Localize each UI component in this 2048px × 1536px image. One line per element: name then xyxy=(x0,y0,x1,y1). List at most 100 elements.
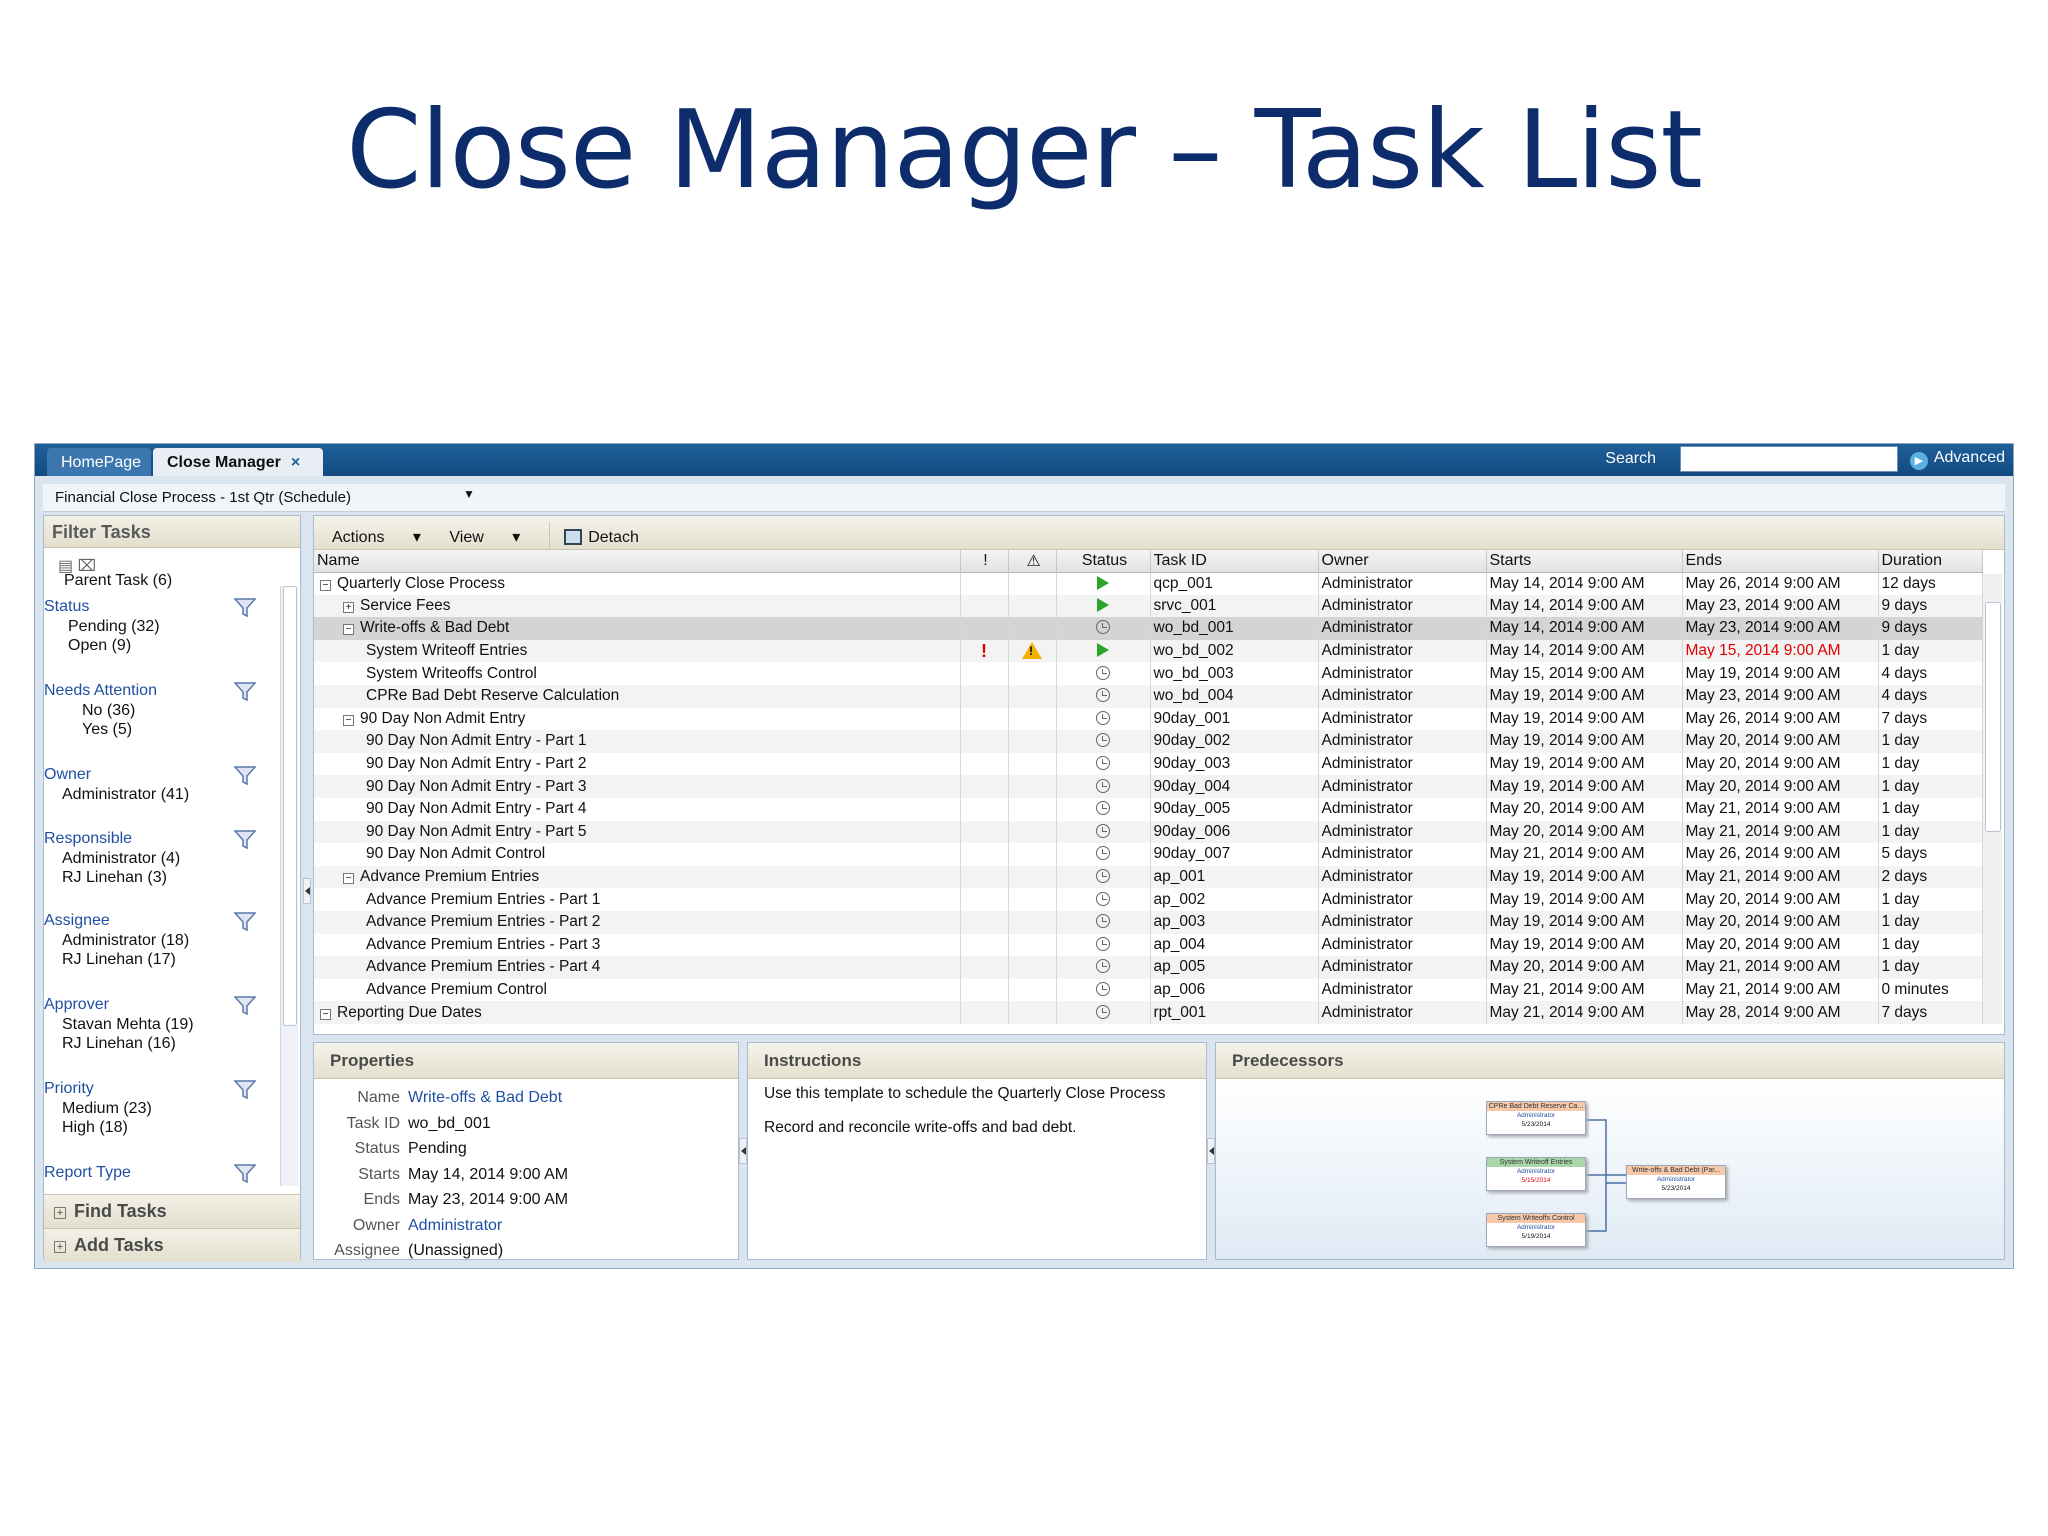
add-tasks-accordion[interactable]: + Add Tasks xyxy=(44,1228,300,1262)
funnel-icon[interactable] xyxy=(233,830,257,855)
table-row[interactable]: CPRe Bad Debt Reserve Calculation wo_bd_0… xyxy=(314,684,1983,708)
task-name-cell[interactable]: + Service Fees xyxy=(314,594,961,618)
table-row[interactable]: − Quarterly Close Process qcp_001 Administr… xyxy=(314,572,1983,595)
table-row[interactable]: 90 Day Non Admit Control 90day_007 Adminis… xyxy=(314,843,1983,866)
collapse-left-handle[interactable] xyxy=(303,878,311,904)
filter-group-heading[interactable]: Needs Attention xyxy=(44,682,157,700)
table-row[interactable]: − Write-offs & Bad Debt wo_bd_001 Administr… xyxy=(314,617,1983,640)
filter-group-heading[interactable]: Status xyxy=(44,598,89,616)
filter-option[interactable]: Yes (5) xyxy=(82,721,132,739)
task-name-cell[interactable]: Advance Premium Control xyxy=(314,978,961,1002)
task-name-cell[interactable]: 90 Day Non Admit Entry - Part 1 xyxy=(314,730,961,753)
collapse-icon[interactable]: − xyxy=(320,579,331,591)
task-name-cell[interactable]: 90 Day Non Admit Control xyxy=(314,843,961,866)
task-name-cell[interactable]: Advance Premium Entries - Part 2 xyxy=(314,910,961,934)
process-selector[interactable]: Financial Close Process - 1st Qtr (Sched… xyxy=(43,484,2005,512)
table-row[interactable]: + Service Fees srvc_001 Administrator May 14… xyxy=(314,594,1983,618)
predecessor-node[interactable]: CPRe Bad Debt Reserve Ca... Administrato… xyxy=(1486,1101,1586,1135)
task-name-cell[interactable]: −90 Day Non Admit Entry xyxy=(314,707,961,731)
close-tab-icon[interactable]: × xyxy=(291,454,300,471)
task-name-cell[interactable]: − Quarterly Close Process xyxy=(314,572,961,595)
column-owner[interactable]: Owner xyxy=(1318,550,1487,573)
filter-scrollbar[interactable] xyxy=(280,586,298,1186)
column-ends[interactable]: Ends xyxy=(1682,550,1879,573)
expand-icon[interactable]: + xyxy=(343,601,354,613)
column-duration[interactable]: Duration xyxy=(1878,550,1983,573)
task-name-cell[interactable]: 90 Day Non Admit Entry - Part 5 xyxy=(314,820,961,844)
funnel-icon[interactable] xyxy=(233,766,257,791)
table-row[interactable]: Advance Premium Entries - Part 4 ap_005 Ad… xyxy=(314,956,1983,979)
current-task-node[interactable]: Write-offs & Bad Debt (Par... Administra… xyxy=(1626,1165,1726,1199)
filter-group-heading[interactable]: Report Type xyxy=(44,1164,131,1182)
filter-option[interactable]: Stavan Mehta (19) xyxy=(62,1016,194,1034)
collapse-icon[interactable]: − xyxy=(343,873,354,885)
funnel-icon[interactable] xyxy=(233,682,257,707)
task-name-cell[interactable]: System Writeoff Entries xyxy=(314,639,961,663)
warning-column-icon[interactable]: ⚠ xyxy=(1008,550,1057,573)
column-status[interactable]: Status xyxy=(1056,550,1151,573)
task-name-cell[interactable]: Advance Premium Entries - Part 3 xyxy=(314,933,961,957)
scroll-thumb[interactable] xyxy=(1985,602,2001,832)
chevron-down-icon[interactable]: ▼ xyxy=(463,487,475,501)
table-row[interactable]: −90 Day Non Admit Entry 90day_001 Administ… xyxy=(314,707,1983,731)
grid-scrollbar[interactable] xyxy=(1982,574,2002,1024)
filter-group-heading[interactable]: Priority xyxy=(44,1080,94,1098)
priority-column-icon[interactable]: ! xyxy=(960,550,1009,573)
funnel-icon[interactable] xyxy=(233,912,257,937)
filter-option[interactable]: RJ Linehan (3) xyxy=(62,869,167,887)
table-row[interactable]: − Advance Premium Entries ap_001 Administra… xyxy=(314,865,1983,889)
filter-group-heading[interactable]: Responsible xyxy=(44,830,132,848)
column-name[interactable]: Name xyxy=(314,550,961,573)
search-input[interactable] xyxy=(1680,446,1898,472)
task-name-cell[interactable]: CPRe Bad Debt Reserve Calculation xyxy=(314,684,961,708)
filter-option[interactable]: High (18) xyxy=(62,1119,128,1137)
table-row[interactable]: Advance Premium Control ap_006 Administrat… xyxy=(314,978,1983,1002)
scroll-thumb[interactable] xyxy=(283,586,297,1026)
table-row[interactable]: Advance Premium Entries - Part 2 ap_003 Ad… xyxy=(314,910,1983,934)
task-name-cell[interactable]: − Write-offs & Bad Debt xyxy=(314,617,961,640)
view-menu[interactable]: View ▾ xyxy=(449,529,520,546)
filter-group-heading[interactable]: Owner xyxy=(44,766,91,784)
tab-close-manager[interactable]: Close Manager × xyxy=(153,448,323,476)
task-name-cell[interactable]: Advance Premium Entries - Part 1 xyxy=(314,888,961,911)
collapse-icon[interactable]: − xyxy=(343,714,354,726)
column-starts[interactable]: Starts xyxy=(1486,550,1683,573)
collapse-handle[interactable] xyxy=(739,1138,747,1164)
task-name-cell[interactable]: System Writeoffs Control xyxy=(314,662,961,685)
table-row[interactable]: 90 Day Non Admit Entry - Part 2 90day_003… xyxy=(314,752,1983,776)
task-name-cell[interactable]: − Reporting Due Dates xyxy=(314,1001,961,1024)
task-name-cell[interactable]: Advance Premium Entries - Part 4 xyxy=(314,956,961,979)
funnel-icon[interactable] xyxy=(233,996,257,1021)
task-name-cell[interactable]: − Advance Premium Entries xyxy=(314,865,961,889)
actions-menu[interactable]: Actions ▾ xyxy=(332,529,421,546)
filter-option[interactable]: Pending (32) xyxy=(68,618,160,636)
table-row[interactable]: 90 Day Non Admit Entry - Part 5 90day_006… xyxy=(314,820,1983,844)
filter-option[interactable]: Medium (23) xyxy=(62,1100,152,1118)
task-name-cell[interactable]: 90 Day Non Admit Entry - Part 2 xyxy=(314,752,961,776)
table-row[interactable]: Advance Premium Entries - Part 3 ap_004 Ad… xyxy=(314,933,1983,957)
funnel-icon[interactable] xyxy=(233,598,257,623)
collapse-handle[interactable] xyxy=(1207,1138,1215,1164)
filter-option[interactable]: Administrator (4) xyxy=(62,850,180,868)
tab-homepage[interactable]: HomePage xyxy=(47,448,151,476)
filter-option[interactable]: RJ Linehan (16) xyxy=(62,1035,176,1053)
property-value[interactable]: Write-offs & Bad Debt xyxy=(408,1089,562,1107)
funnel-icon[interactable] xyxy=(233,1080,257,1105)
table-row[interactable]: − Reporting Due Dates rpt_001 Administrator… xyxy=(314,1001,1983,1024)
filter-option[interactable]: No (36) xyxy=(82,702,135,720)
filter-group-heading[interactable]: Assignee xyxy=(44,912,110,930)
collapse-icon[interactable]: − xyxy=(320,1008,331,1020)
table-row[interactable]: Advance Premium Entries - Part 1 ap_002 Ad… xyxy=(314,888,1983,911)
collapse-icon[interactable]: − xyxy=(343,624,354,636)
table-row[interactable]: System Writeoff Entries! wo_bd_002Adminis… xyxy=(314,639,1983,663)
detach-button[interactable]: Detach xyxy=(564,529,663,546)
filter-group-heading[interactable]: Approver xyxy=(44,996,109,1014)
task-name-cell[interactable]: 90 Day Non Admit Entry - Part 4 xyxy=(314,797,961,821)
predecessor-node[interactable]: System Writeoffs Control Administrator 5… xyxy=(1486,1213,1586,1247)
filter-option[interactable]: RJ Linehan (17) xyxy=(62,951,176,969)
find-tasks-accordion[interactable]: + Find Tasks xyxy=(44,1194,300,1228)
table-row[interactable]: 90 Day Non Admit Entry - Part 3 90day_004… xyxy=(314,775,1983,798)
table-row[interactable]: 90 Day Non Admit Entry - Part 1 90day_002… xyxy=(314,730,1983,753)
filter-option[interactable]: Open (9) xyxy=(68,637,131,655)
filter-parent-task[interactable]: Parent Task (6) xyxy=(64,572,172,590)
